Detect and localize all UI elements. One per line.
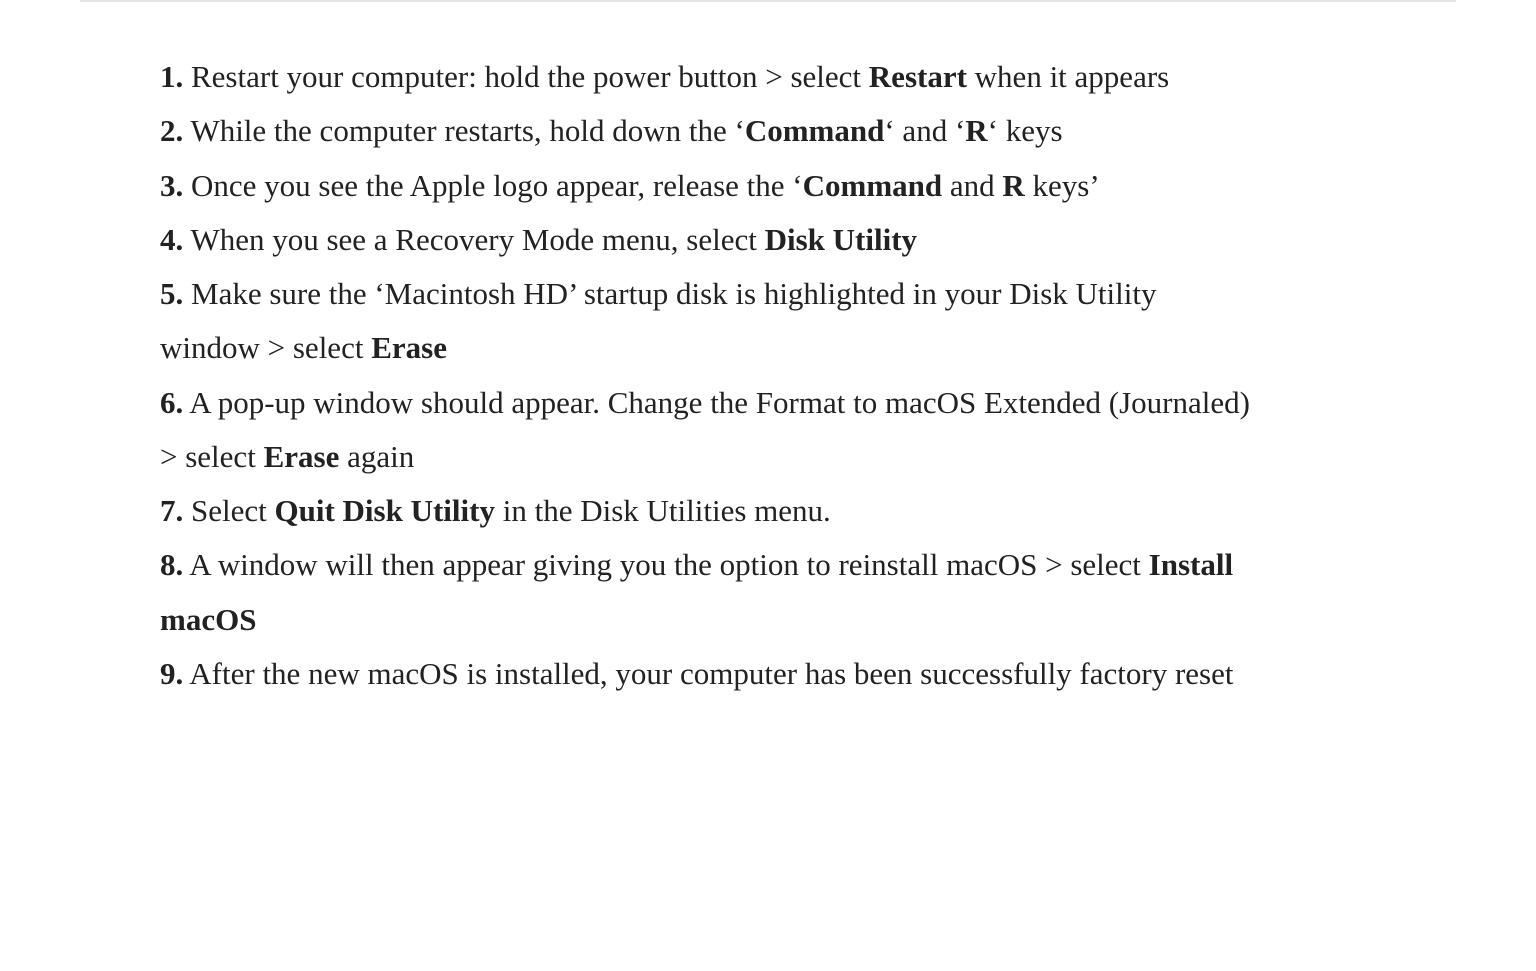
step-number: 2. — [160, 113, 183, 148]
step-bold-text: R — [1002, 168, 1024, 203]
step-text: Make sure the ‘Macintosh HD’ startup dis… — [160, 276, 1156, 365]
step-4: 4. When you see a Recovery Mode menu, se… — [160, 213, 1250, 267]
step-7: 7. Select Quit Disk Utility in the Disk … — [160, 484, 1250, 538]
step-text: and — [942, 168, 1002, 203]
step-text: Select — [183, 493, 274, 528]
step-8: 8. A window will then appear giving you … — [160, 538, 1250, 647]
step-text: ‘ keys — [988, 113, 1063, 148]
step-3: 3. Once you see the Apple logo appear, r… — [160, 159, 1250, 213]
step-number: 9. — [160, 656, 183, 691]
step-number: 3. — [160, 168, 183, 203]
step-text: ‘ and ‘ — [884, 113, 965, 148]
step-bold-text: Disk Utility — [765, 222, 917, 257]
step-5: 5. Make sure the ‘Macintosh HD’ startup … — [160, 267, 1250, 376]
step-number: 6. — [160, 385, 183, 420]
step-number: 8. — [160, 547, 183, 582]
document-page: 1. Restart your computer: hold the power… — [0, 0, 1536, 971]
step-6: 6. A pop-up window should appear. Change… — [160, 376, 1250, 485]
step-text: when it appears — [967, 59, 1169, 94]
step-bold-text: Command — [745, 113, 885, 148]
step-text: While the computer restarts, hold down t… — [183, 113, 745, 148]
step-text: Once you see the Apple logo appear, rele… — [183, 168, 802, 203]
step-bold-text: R — [965, 113, 987, 148]
step-number: 1. — [160, 59, 183, 94]
step-number: 4. — [160, 222, 183, 257]
step-bold-text: Command — [803, 168, 943, 203]
step-bold-text: Erase — [264, 439, 340, 474]
step-text: When you see a Recovery Mode menu, selec… — [183, 222, 764, 257]
step-text: A window will then appear giving you the… — [183, 547, 1148, 582]
step-number: 7. — [160, 493, 183, 528]
step-text: After the new macOS is installed, your c… — [183, 656, 1233, 691]
step-2: 2. While the computer restarts, hold dow… — [160, 104, 1250, 158]
step-bold-text: Restart — [869, 59, 967, 94]
step-number: 5. — [160, 276, 183, 311]
step-text: again — [339, 439, 414, 474]
step-text: in the Disk Utilities menu. — [495, 493, 831, 528]
divider — [80, 0, 1456, 2]
step-text: Restart your computer: hold the power bu… — [183, 59, 869, 94]
step-9: 9. After the new macOS is installed, you… — [160, 647, 1250, 701]
step-bold-text: Quit Disk Utility — [275, 493, 495, 528]
instruction-list: 1. Restart your computer: hold the power… — [160, 50, 1250, 701]
step-bold-text: Erase — [371, 330, 447, 365]
step-text: keys’ — [1025, 168, 1100, 203]
step-1: 1. Restart your computer: hold the power… — [160, 50, 1250, 104]
